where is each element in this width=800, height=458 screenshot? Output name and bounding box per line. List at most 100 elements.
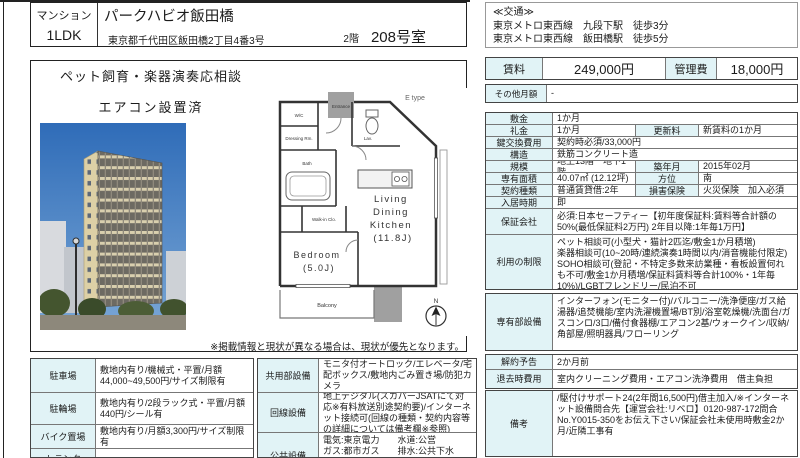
scale-value: 地上13階 地下1階 bbox=[553, 161, 635, 172]
property-datasheet: マンション 1LDK パークハビオ飯田橋 東京都千代田区飯田橋2丁目4番3号 2… bbox=[0, 0, 800, 458]
disclaimer-note: ※掲載情報と現状が異なる場合は、現状が優先となります。 bbox=[198, 339, 464, 353]
restrictions-value: ペット相談可(小型犬・猫計2匹迄/敷金1か月積増) 楽器相談可(10~20時/連… bbox=[553, 235, 797, 289]
key-exchange-value: 契約時必須/33,000円 bbox=[553, 137, 797, 148]
row-key-money: 礼金 1か月 更新料 新賃料の1か月 bbox=[486, 125, 797, 137]
floor-plan: E type bbox=[240, 88, 470, 336]
contract-value: 普通賃貸借:2年 bbox=[553, 185, 635, 196]
row-contract: 契約種類 普通賃貸借:2年 損害保険 火災保険 加入必須 bbox=[486, 185, 797, 197]
built-value: 2015年02月 bbox=[699, 161, 797, 172]
line-equipment-label: 回線設備 bbox=[258, 393, 319, 432]
bicycle-parking-value: 敷地内有り/2段ラック式・平置/月額440円/シール有 bbox=[96, 393, 253, 424]
rent-value: 249,000円 bbox=[543, 58, 666, 79]
trunk-room-value: 無 bbox=[96, 449, 253, 458]
toilet-icon bbox=[366, 118, 378, 134]
key-money-value: 1か月 bbox=[553, 125, 635, 136]
row-deposit: 敷金 1か月 bbox=[486, 113, 797, 125]
other-monthly-table: その他月額 - bbox=[485, 84, 798, 103]
cancel-notice-value: 2か月前 bbox=[553, 355, 797, 369]
equipment-table: 専有部設備 インターフォン(モニター付)/バルコニー/洗浄便座/ガス給湯器/追焚… bbox=[485, 293, 798, 351]
deposit-value: 1か月 bbox=[553, 113, 797, 124]
guarantor-label: 保証会社 bbox=[486, 209, 553, 234]
shared-equipment-value: モニタ付オートロック/エレベータ/宅配ボックス/敷地内ごみ置き場/防犯カメラ bbox=[319, 359, 476, 392]
row-guarantor: 保証会社 必須:日本セーフティー【初年度保証料:賃料等合計額の50%(最低保証料… bbox=[486, 209, 797, 235]
key-exchange-label: 鍵交換費用 bbox=[486, 137, 553, 148]
header-subline: 東京都千代田区飯田橋2丁目4番3号 2階 208号室 bbox=[104, 26, 460, 47]
car-parking-value: 敷地内有り/機械式・平置/月額44,000~49,500円/サイズ制限有 bbox=[96, 359, 253, 392]
floor-text: 2階 bbox=[343, 30, 359, 47]
key-money-label: 礼金 bbox=[486, 125, 553, 136]
other-monthly-value: - bbox=[547, 85, 797, 102]
direction-label: 方位 bbox=[635, 173, 699, 184]
renewal-fee-value: 新賃料の1か月 bbox=[699, 125, 797, 136]
remarks-label: 備考 bbox=[486, 391, 553, 456]
area-label: 専有面積 bbox=[486, 173, 553, 184]
row-bike-parking: バイク置場 敷地内有り/月額3,300円/サイズ制限有 bbox=[31, 425, 253, 449]
equipment-label: 専有部設備 bbox=[486, 294, 553, 350]
remarks-value: /駆付けサポート24(2年間16,500円)借主加入/※インターネット設備問合先… bbox=[553, 391, 797, 456]
street bbox=[40, 315, 186, 330]
car-parking-label: 駐車場 bbox=[31, 359, 96, 392]
restrictions-label: 利用の制限 bbox=[486, 235, 553, 289]
row-shared-equipment: 共用部設備 モニタ付オートロック/エレベータ/宅配ボックス/敷地内ごみ置き場/防… bbox=[258, 359, 476, 393]
row-car-parking: 駐車場 敷地内有り/機械式・平置/月額44,000~49,500円/サイズ制限有 bbox=[31, 359, 253, 393]
wc-label: W/C bbox=[295, 113, 304, 118]
tower-front-face bbox=[98, 151, 162, 307]
bike-parking-value: 敷地内有り/月額3,300円/サイズ制限有 bbox=[96, 425, 253, 448]
building-name: パークハビオ飯田橋 bbox=[104, 5, 460, 26]
wic-label: Walk-in Clo. bbox=[312, 217, 336, 222]
row-bicycle-parking: 駐輪場 敷地内有り/2段ラック式・平置/月額440円/シール有 bbox=[31, 393, 253, 425]
public-utilities-right: 水道:公営 排水:公共下水 bbox=[398, 435, 473, 457]
row-scale: 規模 地上13階 地下1階 築年月 2015年02月 bbox=[486, 161, 797, 173]
insurance-label: 損害保険 bbox=[635, 185, 699, 196]
row-trunk-room: トランク ルーム 無 bbox=[31, 449, 253, 458]
service-block bbox=[374, 286, 402, 322]
property-type-cell: マンション 1LDK bbox=[31, 3, 98, 46]
floorplan-type-label: E type bbox=[405, 95, 425, 102]
highlight-pets-instruments: ペット飼育・楽器演奏応相談 bbox=[40, 66, 262, 85]
renewal-fee-label: 更新料 bbox=[635, 125, 699, 136]
window bbox=[434, 158, 437, 218]
bicycle-parking-label: 駐輪場 bbox=[31, 393, 96, 424]
moveout-cost-value: 室内クリーニング費用・エアコン洗浄費用 借主負担 bbox=[553, 370, 797, 388]
equipment-value: インターフォン(モニター付)/バルコニー/洗浄便座/ガス給湯器/追焚機能/室内洗… bbox=[553, 294, 797, 350]
contract-label: 契約種類 bbox=[486, 185, 553, 196]
frame-line-left bbox=[3, 0, 4, 458]
terms-table: 敷金 1か月 礼金 1か月 更新料 新賃料の1か月 鍵交換費用 契約時必須/33… bbox=[485, 112, 798, 290]
building-photo bbox=[40, 123, 186, 330]
access-title: ≪交通≫ bbox=[493, 6, 790, 20]
row-key-exchange: 鍵交換費用 契約時必須/33,000円 bbox=[486, 137, 797, 149]
direction-value: 南 bbox=[699, 173, 797, 184]
structure-value: 鉄筋コンクリート造 bbox=[553, 149, 797, 160]
move-in-label: 入居時期 bbox=[486, 197, 553, 208]
area-value: 40.07㎡ (12.12坪) bbox=[553, 173, 635, 184]
other-monthly-label: その他月額 bbox=[486, 85, 547, 102]
dressing-label: Dressing Rm. bbox=[285, 136, 312, 141]
access-box: ≪交通≫ 東京メトロ東西線 九段下駅 徒歩3分 東京メトロ東西線 飯田橋駅 徒歩… bbox=[485, 2, 798, 48]
common-facilities-table: 共用部設備 モニタ付オートロック/エレベータ/宅配ボックス/敷地内ごみ置き場/防… bbox=[257, 358, 477, 458]
parking-table: 駐車場 敷地内有り/機械式・平置/月額44,000~49,500円/サイズ制限有… bbox=[30, 358, 254, 458]
trunk-room-label: トランク ルーム bbox=[31, 449, 96, 458]
property-type: マンション bbox=[37, 7, 92, 23]
rent-label: 賃料 bbox=[486, 58, 543, 79]
row-restrictions: 利用の制限 ペット相談可(小型犬・猫計2匹迄/敷金1か月積増) 楽器相談可(10… bbox=[486, 235, 797, 289]
row-line-equipment: 回線設備 地上デジタル(スカパーJSATにて対応※有料放送別途契約要)/インター… bbox=[258, 393, 476, 433]
line-equipment-value: 地上デジタル(スカパーJSATにて対応※有料放送別途契約要)/インターネット接続… bbox=[319, 393, 476, 432]
bath-label: Bath bbox=[302, 161, 312, 166]
guarantor-value: 必須:日本セーフティー【初年度保証料:賃料等合計額の50%(最低保証料2万円) … bbox=[553, 209, 797, 234]
moveout-cost-label: 退去時費用 bbox=[486, 370, 553, 388]
built-label: 築年月 bbox=[635, 161, 699, 172]
shared-equipment-label: 共用部設備 bbox=[258, 359, 319, 392]
row-structure: 構造 鉄筋コンクリート造 bbox=[486, 149, 797, 161]
access-line-2: 東京メトロ東西線 飯田橋駅 徒歩5分 bbox=[493, 33, 790, 47]
rent-table: 賃料 249,000円 管理費 18,000円 bbox=[485, 57, 798, 80]
row-equipment: 専有部設備 インターフォン(モニター付)/バルコニー/洗浄便座/ガス給湯器/追焚… bbox=[486, 294, 797, 350]
svg-text:N: N bbox=[434, 298, 439, 305]
address-text: 東京都千代田区飯田橋2丁目4番3号 bbox=[104, 32, 343, 47]
bike-parking-label: バイク置場 bbox=[31, 425, 96, 448]
row-remarks: 備考 /駆付けサポート24(2年間16,500円)借主加入/※インターネット設備… bbox=[486, 391, 797, 456]
scale-label: 規模 bbox=[486, 161, 553, 172]
public-utilities-value: 電気:東京電力 ガス:都市ガス 水道:公営 排水:公共下水 bbox=[319, 433, 476, 458]
mgmt-fee-value: 18,000円 bbox=[717, 58, 797, 79]
deposit-label: 敷金 bbox=[486, 113, 553, 124]
row-move-in: 入居時期 即 bbox=[486, 197, 797, 209]
